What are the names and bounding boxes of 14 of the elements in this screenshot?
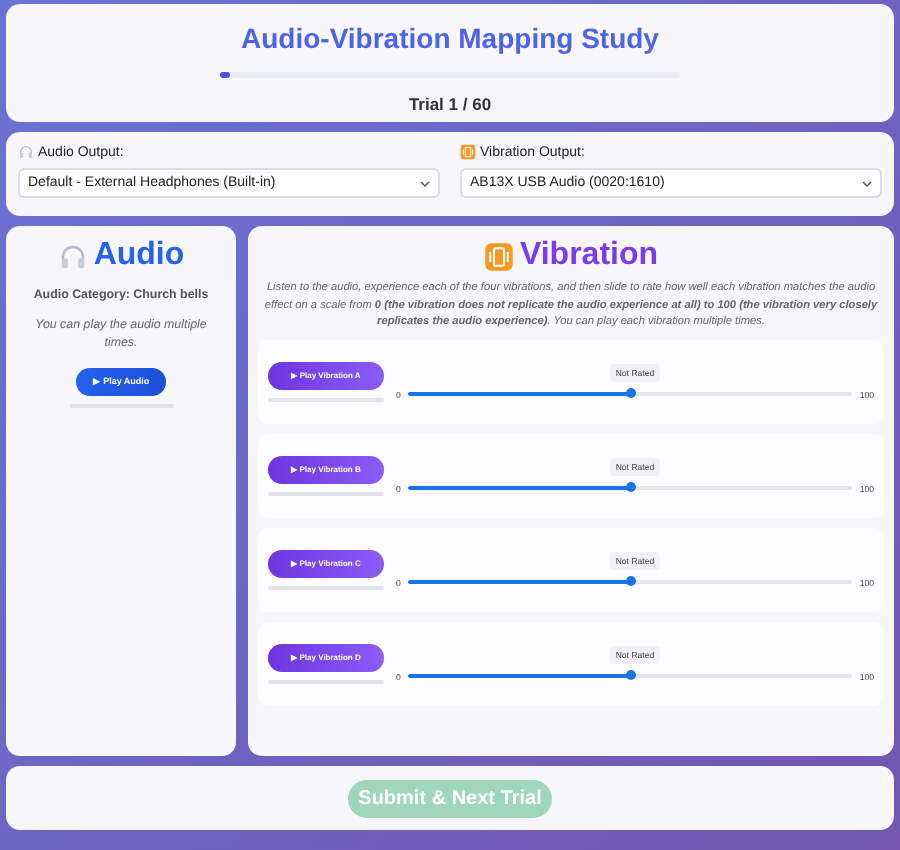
- chevron-icon: [862, 179, 872, 187]
- study-title: Audio-Vibration Mapping Study: [241, 22, 659, 54]
- audio-heading: Audio: [93, 238, 185, 274]
- rating-slider[interactable]: [408, 580, 852, 585]
- trial-counter: Trial 1 / 60: [408, 94, 492, 114]
- rating-slider[interactable]: [408, 392, 852, 397]
- vibration-icon: [483, 241, 514, 271]
- rating-slider[interactable]: [408, 674, 852, 679]
- chevron-icon: [420, 179, 430, 187]
- vibration-icon: [460, 144, 476, 160]
- rating-slider[interactable]: [408, 486, 852, 491]
- headphones-icon: [57, 241, 88, 271]
- vibration-heading: Vibration: [519, 238, 659, 274]
- headphones-icon: [18, 144, 34, 160]
